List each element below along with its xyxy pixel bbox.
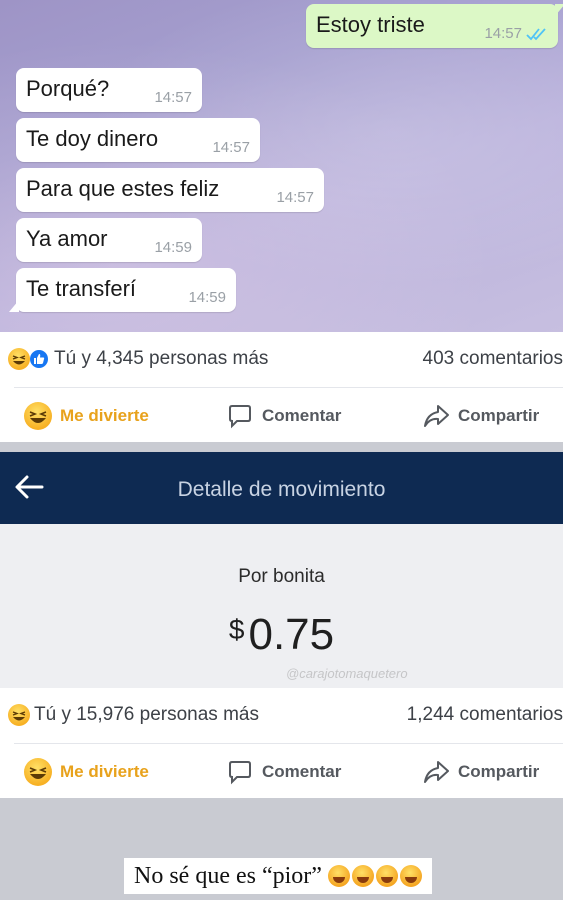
comment-icon — [229, 761, 251, 785]
message-text: Te transferí — [26, 276, 137, 301]
post-actions: Me divierte Comentar Compartir — [0, 744, 563, 800]
reaction-summary: Tú y 4,345 personas más 403 comentarios — [0, 332, 563, 388]
share-label: Compartir — [458, 762, 540, 781]
transaction-concept: Por bonita — [238, 566, 325, 587]
comments-count[interactable]: 403 comentarios — [423, 348, 563, 370]
comment-label: Comentar — [262, 406, 342, 425]
share-button[interactable]: Compartir — [422, 402, 539, 430]
rolling-laughing-emoji-icon — [375, 865, 398, 887]
share-icon — [424, 761, 449, 783]
transaction-detail: Por bonita $0.75 @carajotomaquetero — [0, 524, 563, 688]
caption-text: No sé que es “pior” — [134, 862, 322, 889]
share-icon — [424, 405, 449, 427]
message-time: 14:59 — [188, 289, 226, 306]
message-text: Te doy dinero — [26, 126, 159, 151]
haha-reaction-button[interactable]: Me divierte — [24, 758, 149, 786]
share-button[interactable]: Compartir — [422, 758, 539, 786]
message-time: 14:57 — [154, 89, 192, 106]
amount-value: 0.75 — [248, 610, 335, 659]
reactors-link[interactable]: Tú y 4,345 personas más — [8, 348, 268, 370]
comment-button[interactable]: Comentar — [226, 758, 341, 786]
haha-label: Me divierte — [60, 406, 149, 425]
comment-button[interactable]: Comentar — [226, 402, 341, 430]
comments-count[interactable]: 1,244 comentarios — [407, 704, 563, 726]
message-text: Porqué? — [26, 76, 110, 101]
message-time: 14:59 — [154, 239, 192, 256]
message-bubble-incoming[interactable]: Te doy dinero 14:57 — [16, 118, 260, 162]
bubble-tail — [555, 4, 563, 16]
reactors-link[interactable]: Tú y 15,976 personas más — [8, 704, 259, 726]
rolling-laughing-emoji-icon — [327, 865, 350, 887]
post-footer-2: Tú y 15,976 personas más 1,244 comentari… — [0, 688, 563, 798]
read-ticks-icon — [526, 28, 546, 41]
message-text: Estoy triste — [316, 12, 425, 37]
haha-reaction-button[interactable]: Me divierte — [24, 402, 149, 430]
message-bubble-incoming[interactable]: Ya amor 14:59 — [16, 218, 202, 262]
separator — [0, 442, 563, 452]
currency-symbol: $ — [228, 614, 245, 645]
watermark: @carajotomaquetero — [286, 666, 408, 681]
like-icon — [28, 348, 50, 370]
message-text: Ya amor — [26, 226, 108, 251]
message-bubble-incoming[interactable]: Te transferí 14:59 — [9, 268, 236, 312]
story-caption: No sé que es “pior” — [124, 858, 432, 894]
post-footer-1: Tú y 4,345 personas más 403 comentarios … — [0, 332, 563, 442]
transaction-amount: $0.75 — [0, 610, 563, 660]
reactions-count: Tú y 15,976 personas más — [34, 704, 259, 725]
comment-label: Comentar — [262, 762, 342, 781]
laughing-emoji-row — [327, 865, 422, 887]
message-text: Para que estes feliz — [26, 176, 220, 201]
reaction-summary: Tú y 15,976 personas más 1,244 comentari… — [0, 688, 563, 744]
message-time: 14:57 — [276, 189, 314, 206]
reactions-count: Tú y 4,345 personas más — [54, 348, 269, 369]
message-bubble-incoming[interactable]: Para que estes feliz 14:57 — [16, 168, 324, 212]
page-title: Detalle de movimiento — [177, 478, 386, 501]
haha-icon — [24, 758, 52, 786]
bubble-tail — [9, 300, 19, 312]
comment-icon — [229, 405, 251, 429]
message-bubble-incoming[interactable]: Porqué? 14:57 — [16, 68, 202, 112]
bank-app-header: Detalle de movimiento — [0, 452, 563, 524]
haha-icon — [8, 348, 30, 370]
message-time: 14:57 — [212, 139, 250, 156]
haha-icon — [24, 402, 52, 430]
message-bubble-outgoing[interactable]: Estoy triste 14:57 — [306, 4, 563, 48]
chat-panel: Estoy triste 14:57 Porqué? 14:57 Te doy … — [0, 0, 563, 332]
message-time: 14:57 — [484, 25, 522, 42]
share-label: Compartir — [458, 406, 540, 425]
rolling-laughing-emoji-icon — [351, 865, 374, 887]
post-actions: Me divierte Comentar Compartir — [0, 388, 563, 444]
haha-label: Me divierte — [60, 762, 149, 781]
rolling-laughing-emoji-icon — [399, 865, 422, 887]
haha-icon — [8, 704, 30, 726]
